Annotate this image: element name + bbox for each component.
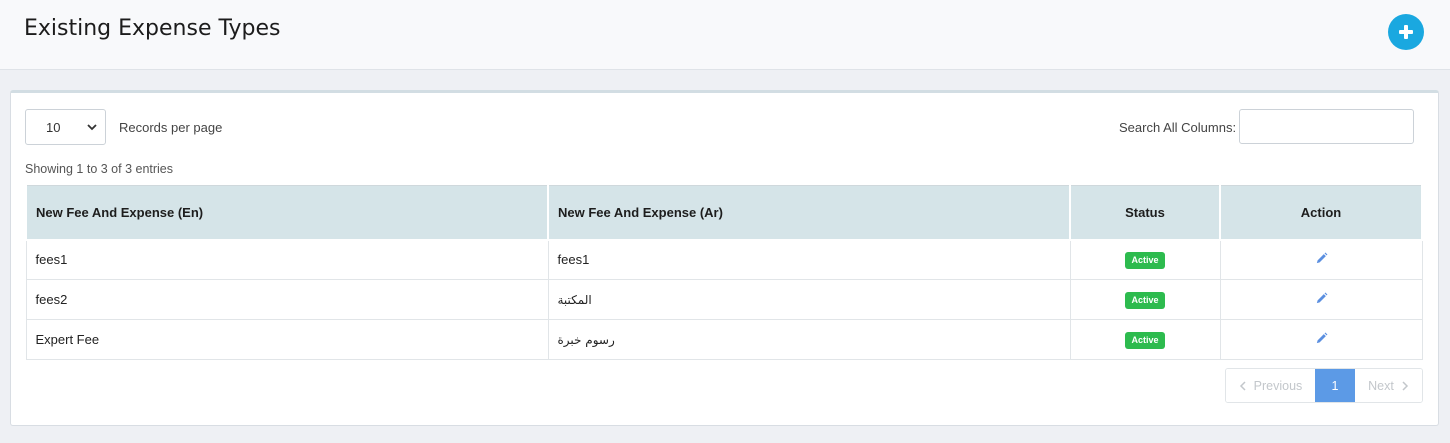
cell-name-ar: رسوم خبرة — [547, 319, 1071, 360]
plus-circle-icon — [1399, 25, 1413, 39]
cell-action — [1219, 279, 1423, 320]
status-badge: Active — [1125, 251, 1165, 269]
pencil-icon[interactable] — [1315, 252, 1328, 268]
add-expense-type-button[interactable] — [1388, 14, 1424, 50]
table-info: Showing 1 to 3 of 3 entries — [25, 162, 174, 176]
column-header-action[interactable]: Action — [1219, 185, 1423, 241]
search-label: Search All Columns: — [1119, 120, 1237, 135]
table-row: fees1 fees1 Active — [25, 239, 1423, 280]
cell-status: Active — [1069, 239, 1221, 280]
table-row: fees2 المكتبة Active — [25, 279, 1423, 320]
next-page-button[interactable]: Next — [1355, 369, 1422, 402]
page-header: Existing Expense Types — [0, 0, 1450, 70]
previous-label: Previous — [1253, 378, 1303, 393]
previous-page-button[interactable]: Previous — [1226, 369, 1315, 402]
column-header-ar[interactable]: New Fee And Expense (Ar) — [547, 185, 1071, 241]
expense-types-card: 10 Records per page Search All Columns: … — [10, 90, 1439, 426]
pencil-icon[interactable] — [1315, 332, 1328, 348]
cell-name-ar: fees1 — [547, 239, 1071, 280]
page-length-select[interactable]: 10 — [25, 109, 106, 145]
cell-name-ar: المكتبة — [547, 279, 1071, 320]
cell-name-en: fees2 — [25, 279, 549, 320]
pencil-icon[interactable] — [1315, 292, 1328, 308]
page-1-button[interactable]: 1 — [1315, 369, 1355, 402]
table-header-row: New Fee And Expense (En) New Fee And Exp… — [25, 185, 1423, 241]
next-label: Next — [1368, 378, 1394, 393]
page-length-value: 10 — [46, 119, 61, 135]
cell-action — [1219, 319, 1423, 360]
search-input[interactable] — [1239, 109, 1414, 144]
cell-name-en: Expert Fee — [25, 319, 549, 360]
status-badge: Active — [1125, 291, 1165, 309]
status-badge: Active — [1125, 331, 1165, 349]
records-per-page-label: Records per page — [119, 120, 223, 135]
pagination: Previous 1 Next — [1225, 368, 1423, 403]
chevron-left-icon — [1239, 380, 1246, 391]
cell-status: Active — [1069, 279, 1221, 320]
chevron-right-icon — [1402, 380, 1408, 391]
table-row: Expert Fee رسوم خبرة Active — [25, 319, 1423, 360]
page-title: Existing Expense Types — [24, 16, 281, 41]
column-header-en[interactable]: New Fee And Expense (En) — [25, 185, 549, 241]
cell-status: Active — [1069, 319, 1221, 360]
chevron-down-icon — [87, 124, 97, 131]
expense-types-table: New Fee And Expense (En) New Fee And Exp… — [25, 185, 1423, 360]
column-header-status[interactable]: Status — [1069, 185, 1221, 241]
cell-action — [1219, 239, 1423, 280]
cell-name-en: fees1 — [25, 239, 549, 280]
